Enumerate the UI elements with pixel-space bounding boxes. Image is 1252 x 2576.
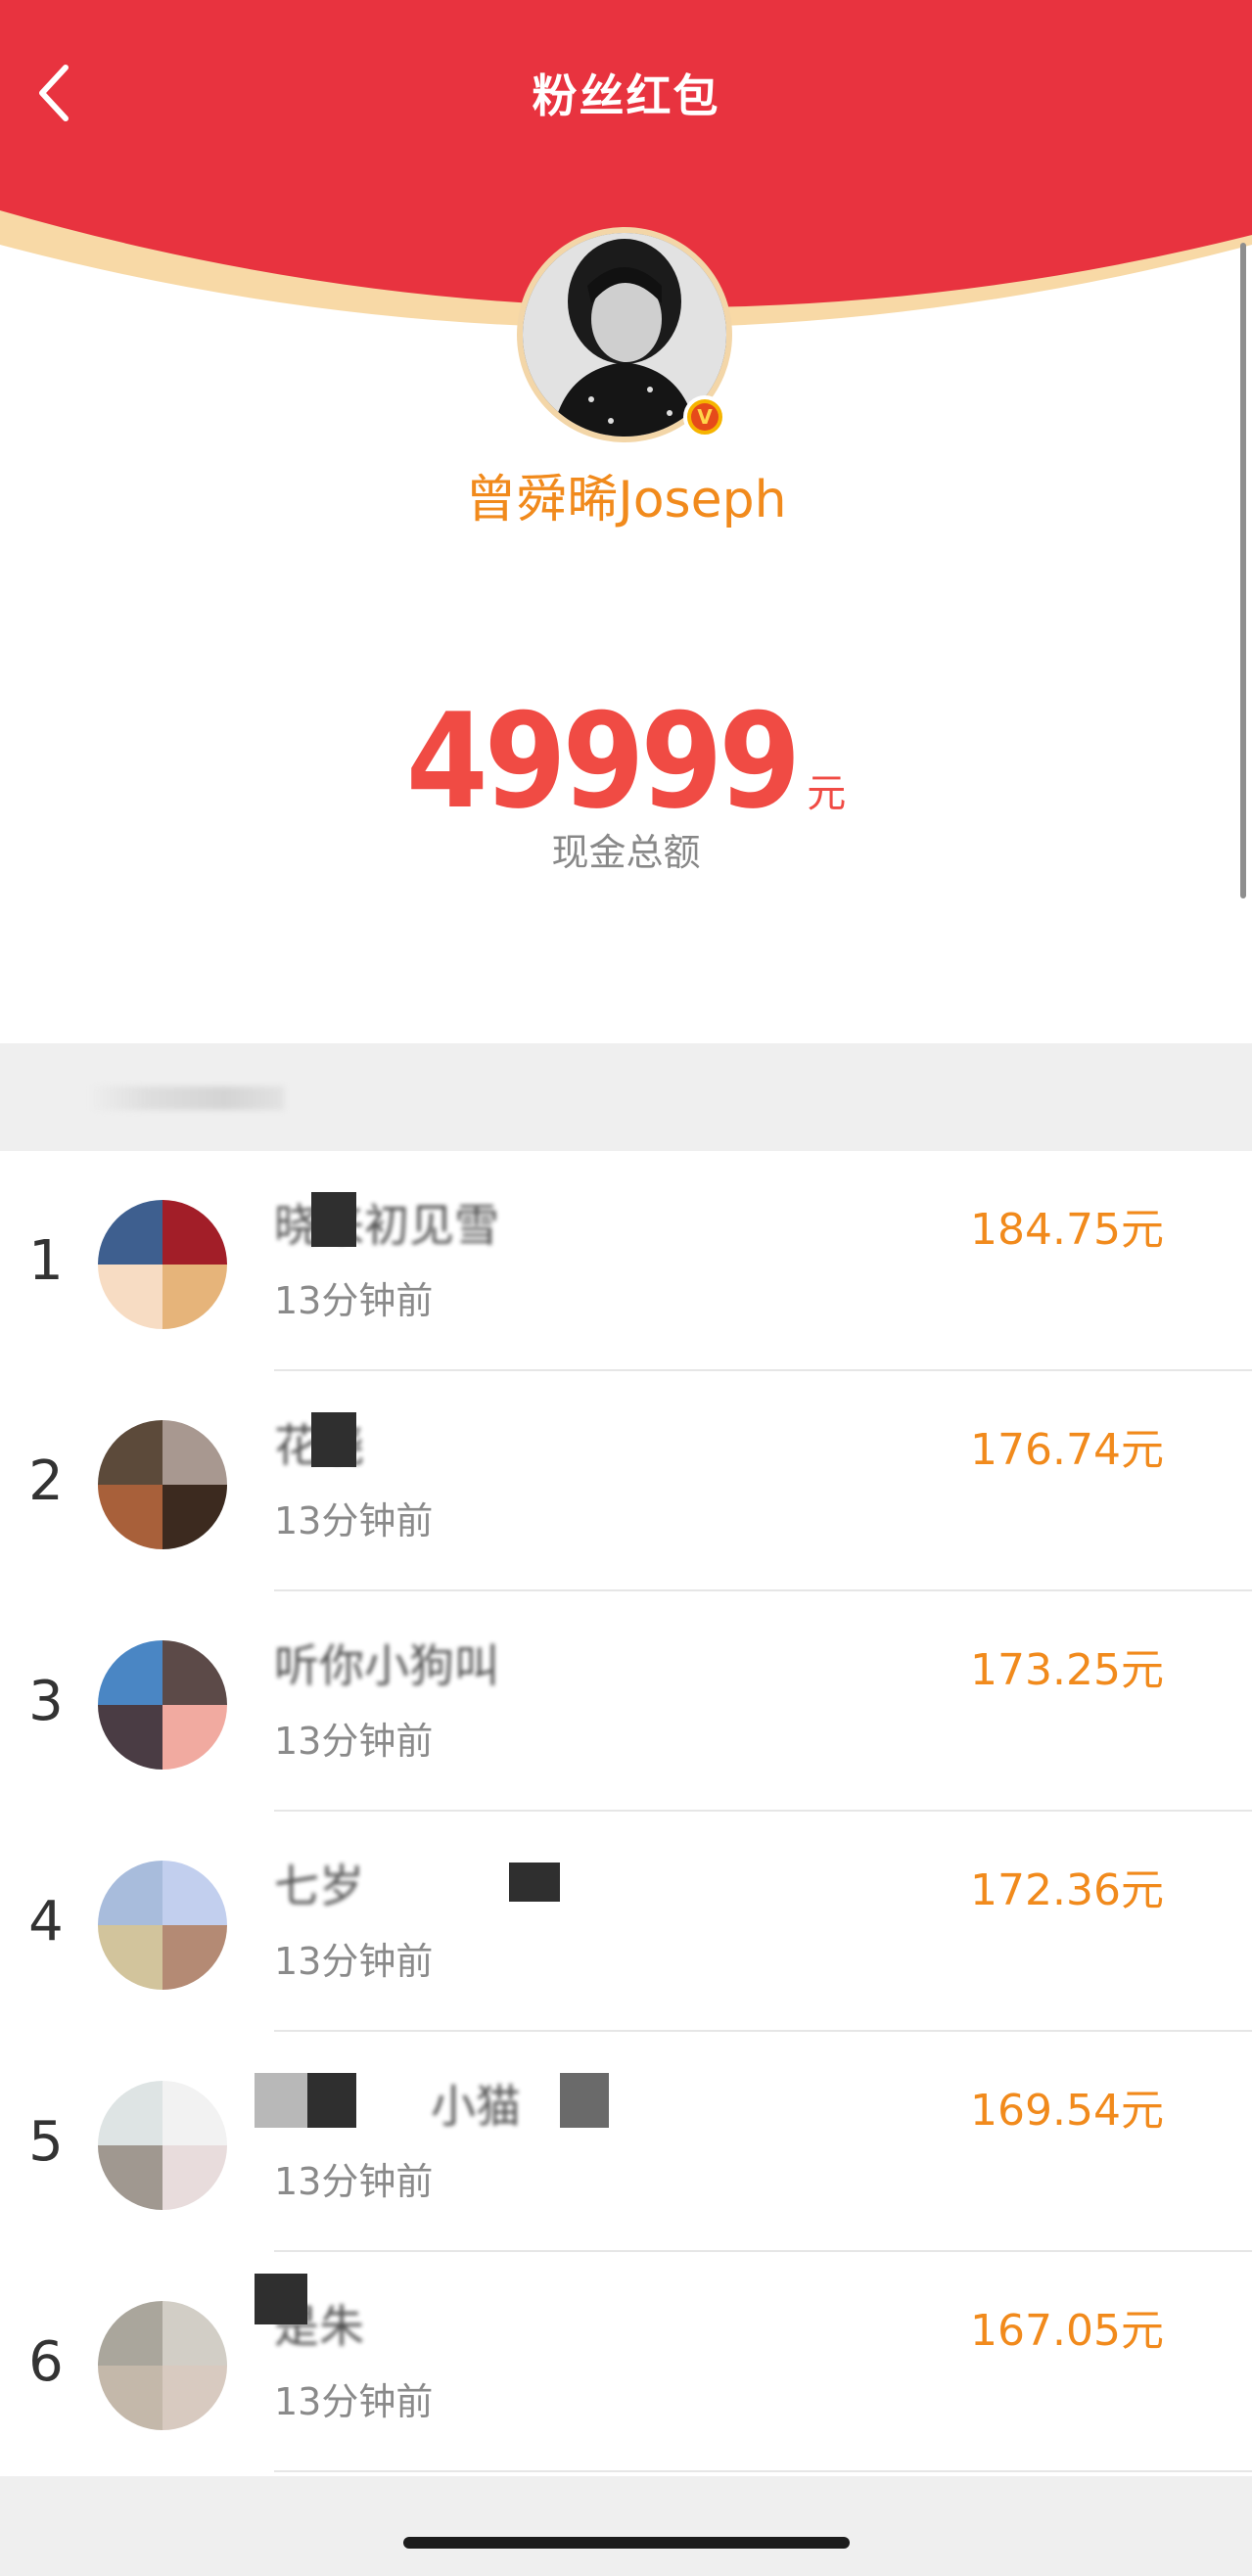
recipient-list: 1 晓来初见雪 13分钟前 184.75元 2 花晓 [0,1151,1252,2472]
blurred-section-label [88,1086,284,1110]
rank-number: 5 [28,2110,64,2174]
pixelated-avatar-image [98,1420,227,1549]
avatar[interactable] [98,1861,227,1990]
time-ago: 13分钟前 [274,2160,434,2203]
page-title: 粉丝红包 [532,69,720,122]
pixelated-avatar-image [98,1200,227,1329]
rank-number: 6 [28,2330,64,2394]
rank-number: 1 [28,1229,64,1293]
verified-badge-icon: V [683,395,726,438]
redaction-block [509,1863,560,1902]
list-section-header [0,1043,1252,1151]
total-amount-value: 49999 [405,685,801,838]
bottom-safe-area [0,2476,1252,2576]
pixelated-avatar-image [98,2301,227,2430]
list-item[interactable]: 2 花晓 13分钟前 176.74元 [0,1371,1252,1591]
verified-v-icon: V [691,403,719,431]
rank-number: 4 [28,1890,64,1954]
list-item[interactable]: 3 听你小狗叫 13分钟前 173.25元 [0,1591,1252,1812]
redaction-block [255,2073,307,2128]
pixelated-avatar-image [98,1861,227,1990]
avatar[interactable] [98,1420,227,1549]
time-ago: 13分钟前 [274,1499,434,1542]
owner-name[interactable]: 曾舜晞Joseph [0,458,1252,531]
home-indicator[interactable] [403,2537,850,2549]
received-amount: 169.54元 [970,2086,1164,2136]
fan-red-packet-page: 粉丝红包 V 曾舜晞Joseph 49999 元 现金总额 1 晓来初见雪 13… [0,0,1252,2576]
redaction-block [560,2073,609,2128]
total-amount: 49999 元 [0,685,1252,838]
avatar[interactable] [98,1640,227,1770]
pixelated-avatar-image [98,1640,227,1770]
list-item[interactable]: 5 小猫 13分钟前 169.54元 [0,2032,1252,2252]
redaction-block [255,2274,307,2324]
time-ago: 13分钟前 [274,1279,434,1322]
received-amount: 167.05元 [970,2306,1164,2356]
user-name[interactable]: 晓来初见雪 [274,1190,499,1255]
pixelated-avatar-image [98,2081,227,2210]
redaction-block [311,1192,356,1247]
avatar[interactable] [98,1200,227,1329]
total-amount-label: 现金总额 [551,831,701,874]
redaction-block [311,1412,356,1467]
total-amount-unit: 元 [807,771,847,816]
rank-number: 2 [28,1449,64,1513]
list-item[interactable]: 6 是朱 13分钟前 167.05元 [0,2252,1252,2472]
user-name[interactable]: 小猫 [431,2071,521,2136]
time-ago: 13分钟前 [274,1720,434,1763]
avatar[interactable] [98,2081,227,2210]
time-ago: 13分钟前 [274,2380,434,2423]
rank-number: 3 [28,1670,64,1733]
user-name[interactable]: 七岁 [274,1851,364,1915]
list-item[interactable]: 1 晓来初见雪 13分钟前 184.75元 [0,1151,1252,1371]
redaction-block [307,2073,356,2128]
avatar[interactable] [98,2301,227,2430]
list-item[interactable]: 4 七岁 13分钟前 172.36元 [0,1812,1252,2032]
received-amount: 184.75元 [970,1205,1164,1255]
received-amount: 172.36元 [970,1865,1164,1915]
received-amount: 173.25元 [970,1645,1164,1695]
received-amount: 176.74元 [970,1425,1164,1475]
user-name[interactable]: 听你小狗叫 [274,1631,499,1695]
time-ago: 13分钟前 [274,1940,434,1983]
row-divider [274,2470,1252,2472]
